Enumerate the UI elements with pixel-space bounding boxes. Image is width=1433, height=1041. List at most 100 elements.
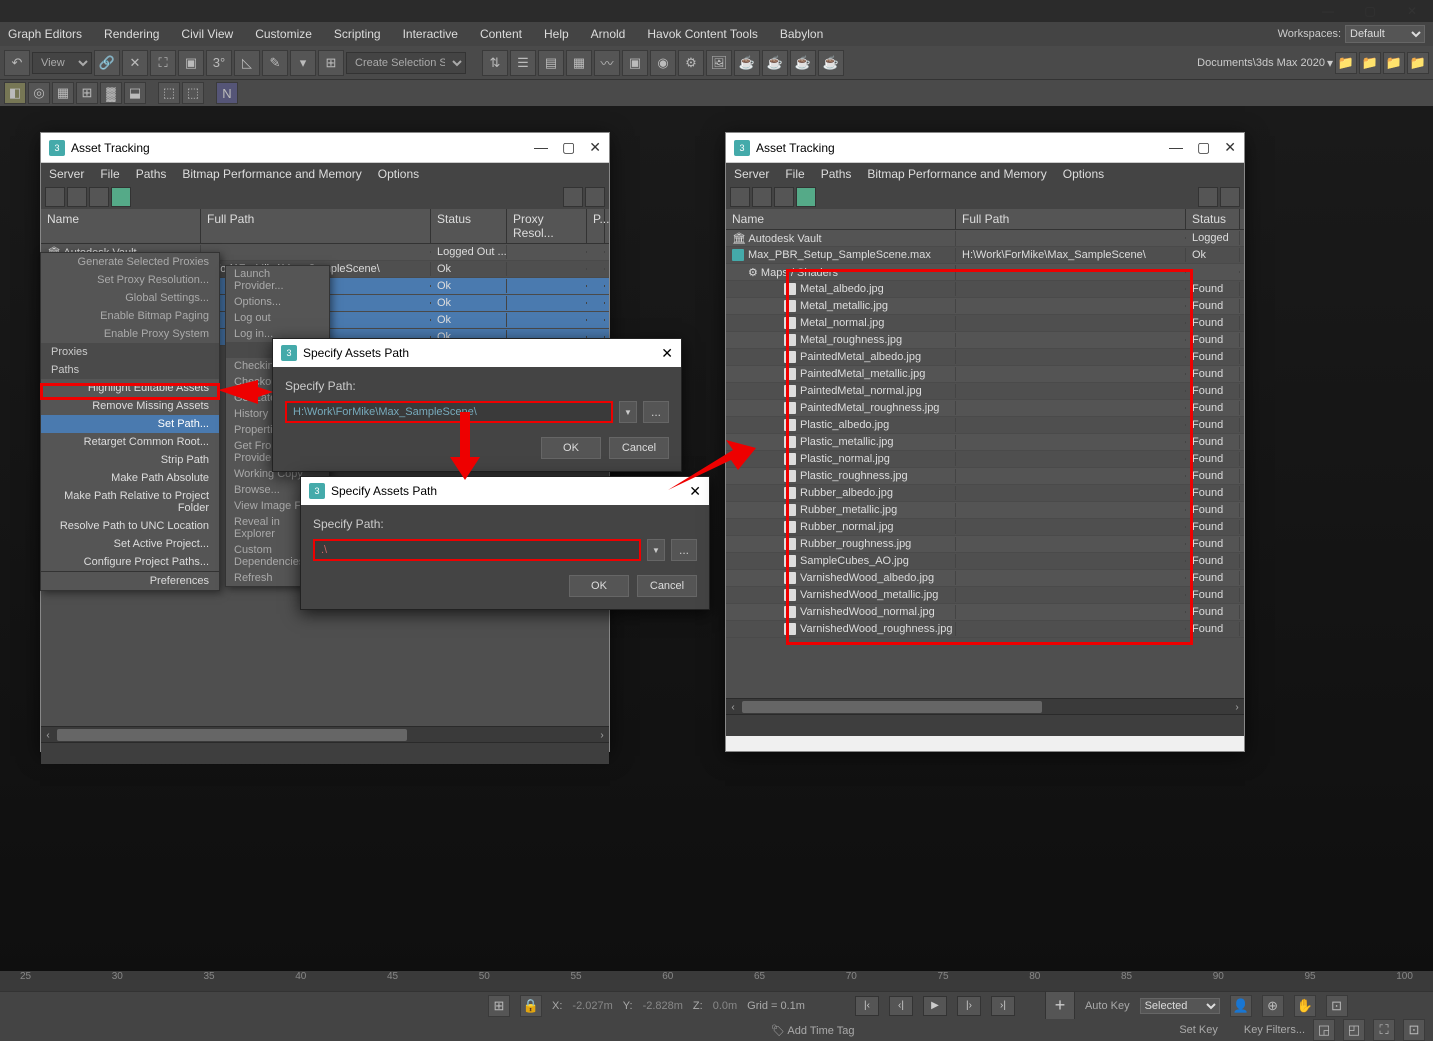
file-row[interactable]: Plastic_normal.jpgFound	[726, 451, 1244, 468]
at2-menu-bitmap[interactable]: Bitmap Performance and Memory	[867, 167, 1046, 181]
schematic-icon[interactable]: ▣	[622, 50, 648, 76]
mi-unc[interactable]: Resolve Path to UNC Location	[41, 517, 219, 535]
tb2-1-icon[interactable]: ◧	[4, 82, 26, 104]
mi2-logout[interactable]: Log out	[226, 310, 329, 326]
workspaces-dropdown[interactable]: Default	[1345, 25, 1425, 43]
file-row[interactable]: Rubber_albedo.jpgFound	[726, 485, 1244, 502]
dlg1-browse-button[interactable]: ...	[643, 401, 669, 423]
col-name[interactable]: Name	[41, 209, 201, 243]
mi-relative[interactable]: Make Path Relative to Project Folder	[41, 487, 219, 517]
menu-scripting[interactable]: Scripting	[334, 27, 381, 41]
setkey-button[interactable]: Set Key	[1179, 1024, 1218, 1036]
dlg2-ok-button[interactable]: OK	[569, 575, 629, 597]
key-mode-dropdown[interactable]: Selected	[1140, 998, 1220, 1014]
mi-enable-proxy[interactable]: Enable Proxy System	[41, 325, 219, 343]
menu-graph-editors[interactable]: Graph Editors	[8, 27, 82, 41]
mi-config-paths[interactable]: Configure Project Paths...	[41, 553, 219, 571]
iso-icon[interactable]: ⊞	[488, 995, 510, 1017]
goto-end-icon[interactable]: ›|	[991, 996, 1015, 1016]
prev-frame-icon[interactable]: ‹|	[889, 996, 913, 1016]
mi-retarget[interactable]: Retarget Common Root...	[41, 433, 219, 451]
teapot3-icon[interactable]: ☕	[790, 50, 816, 76]
col2-status[interactable]: Status	[1186, 209, 1240, 229]
row2-vault[interactable]: 🏛 Autodesk Vault Logged	[726, 230, 1244, 247]
at2-refresh-icon[interactable]	[1198, 187, 1218, 207]
file-row[interactable]: VarnishedWood_roughness.jpgFound	[726, 621, 1244, 638]
selection-set-dropdown[interactable]: Create Selection Se	[346, 52, 466, 74]
col-fullpath[interactable]: Full Path	[201, 209, 431, 243]
at-help-icon[interactable]	[585, 187, 605, 207]
at2-menu-server[interactable]: Server	[734, 167, 769, 181]
at-refresh-icon[interactable]	[563, 187, 583, 207]
window-minimize[interactable]: —	[1307, 0, 1349, 22]
file-row[interactable]: Rubber_roughness.jpgFound	[726, 536, 1244, 553]
win-max-icon[interactable]: ▢	[562, 139, 575, 156]
at-menu-paths[interactable]: Paths	[136, 167, 167, 181]
col-p[interactable]: P...	[587, 209, 605, 243]
bind-icon[interactable]: ⛶	[150, 50, 176, 76]
mi2-options[interactable]: Options...	[226, 294, 329, 310]
file-row[interactable]: Rubber_metallic.jpgFound	[726, 502, 1244, 519]
mi-prefs[interactable]: Preferences	[41, 572, 219, 590]
at-tool1-icon[interactable]	[45, 187, 65, 207]
nav5-icon[interactable]: ◲	[1313, 1019, 1335, 1041]
next-frame-icon[interactable]: |›	[957, 996, 981, 1016]
redo-icon[interactable]: ↶	[4, 50, 30, 76]
mi-set-proxy-res[interactable]: Set Proxy Resolution...	[41, 271, 219, 289]
select-icon[interactable]: ▣	[178, 50, 204, 76]
dlg1-path-input[interactable]	[285, 401, 613, 423]
tb2-8-icon[interactable]: ⬚	[182, 82, 204, 104]
row2-maps[interactable]: ⚙ Maps / Shaders	[726, 264, 1244, 281]
col-status[interactable]: Status	[431, 209, 507, 243]
dlg2-browse-button[interactable]: ...	[671, 539, 697, 561]
win2-close-icon[interactable]: ✕	[1224, 139, 1236, 156]
angle-snap-icon[interactable]: 3°	[206, 50, 232, 76]
nav7-icon[interactable]: ⛶	[1373, 1019, 1395, 1041]
timeline[interactable]: 253035404550556065707580859095100	[0, 971, 1433, 991]
nav2-icon[interactable]: ⊕	[1262, 995, 1284, 1017]
proj-icon2[interactable]: 📁	[1359, 52, 1381, 74]
layer-explorer-icon[interactable]: ▦	[566, 50, 592, 76]
key-plus-icon[interactable]: +	[1045, 991, 1075, 1021]
at2-tool1-icon[interactable]	[730, 187, 750, 207]
at2-menu-paths[interactable]: Paths	[821, 167, 852, 181]
menu-civil-view[interactable]: Civil View	[181, 27, 233, 41]
file-row[interactable]: Plastic_roughness.jpgFound	[726, 468, 1244, 485]
menu-interactive[interactable]: Interactive	[403, 27, 458, 41]
nav8-icon[interactable]: ⊡	[1403, 1019, 1425, 1041]
dlg2-close-icon[interactable]: ✕	[689, 483, 701, 500]
mi-gen-proxies[interactable]: Generate Selected Proxies	[41, 253, 219, 271]
mi2-launch[interactable]: Launch Provider...	[226, 266, 329, 294]
layers-icon[interactable]: ▤	[538, 50, 564, 76]
align-icon[interactable]: ☰	[510, 50, 536, 76]
unlink-icon[interactable]: ✕	[122, 50, 148, 76]
scrollbar-h-left[interactable]: ‹ ›	[41, 726, 609, 742]
teapot1-icon[interactable]: ☕	[734, 50, 760, 76]
file-row[interactable]: Metal_normal.jpgFound	[726, 315, 1244, 332]
at-menu-file[interactable]: File	[100, 167, 119, 181]
mi-absolute[interactable]: Make Path Absolute	[41, 469, 219, 487]
play-icon[interactable]: ▶	[923, 996, 947, 1016]
at-menu-server[interactable]: Server	[49, 167, 84, 181]
lock-icon[interactable]: 🔒	[520, 995, 542, 1017]
at2-tool4-icon[interactable]	[796, 187, 816, 207]
keyfilters-button[interactable]: Key Filters...	[1244, 1024, 1305, 1036]
filter-icon[interactable]: ▾	[290, 50, 316, 76]
goto-start-icon[interactable]: |‹	[855, 996, 879, 1016]
dlg1-ok-button[interactable]: OK	[541, 437, 601, 459]
tb2-9-icon[interactable]: N	[216, 82, 238, 104]
win2-max-icon[interactable]: ▢	[1197, 139, 1210, 156]
col2-fullpath[interactable]: Full Path	[956, 209, 1186, 229]
col2-name[interactable]: Name	[726, 209, 956, 229]
mi-active-project[interactable]: Set Active Project...	[41, 535, 219, 553]
tb2-7-icon[interactable]: ⬚	[158, 82, 180, 104]
nav3-icon[interactable]: ✋	[1294, 995, 1316, 1017]
mi-set-path[interactable]: Set Path...	[41, 415, 219, 433]
mi-enable-bitmap[interactable]: Enable Bitmap Paging	[41, 307, 219, 325]
tb2-6-icon[interactable]: ⬓	[124, 82, 146, 104]
scrollbar-h-right[interactable]: ‹ ›	[726, 698, 1244, 714]
win-close-icon[interactable]: ✕	[589, 139, 601, 156]
file-row[interactable]: Rubber_normal.jpgFound	[726, 519, 1244, 536]
dlg2-cancel-button[interactable]: Cancel	[637, 575, 697, 597]
autokey-button[interactable]: Auto Key	[1085, 1000, 1130, 1012]
